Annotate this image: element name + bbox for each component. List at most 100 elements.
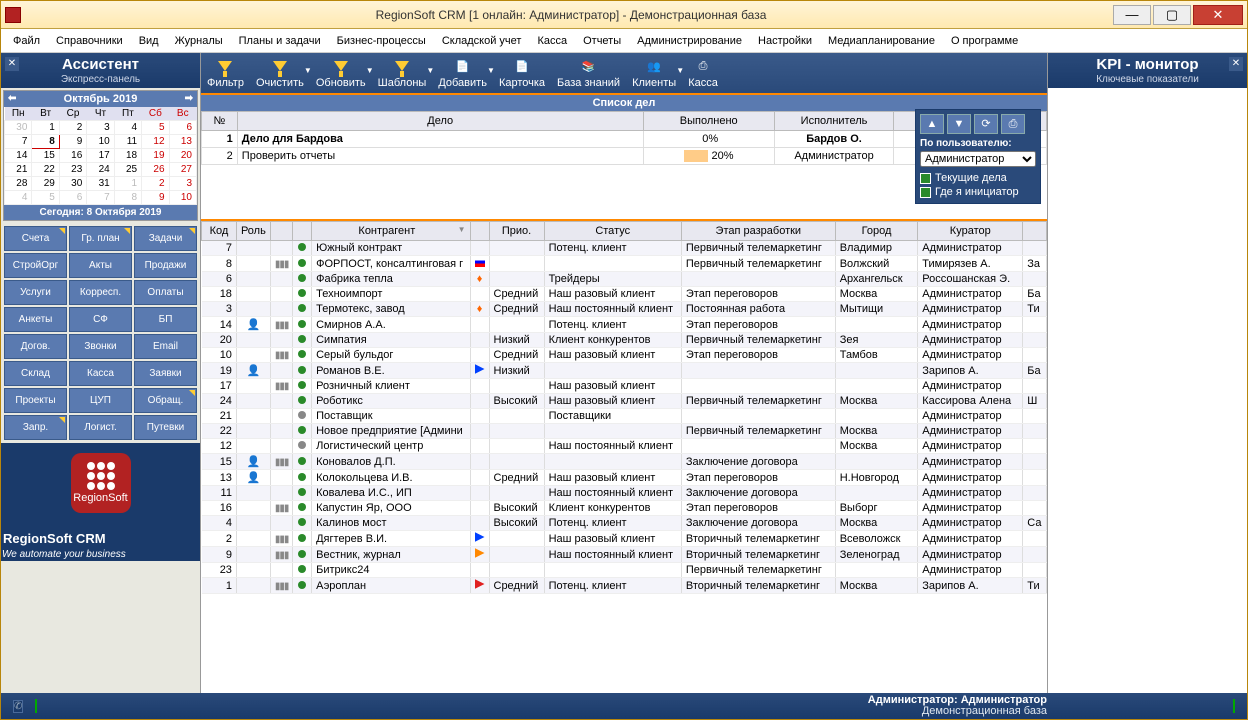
toolbar-Добавить[interactable]: 📄Добавить▼ (438, 57, 487, 89)
grid-row[interactable]: 16▮▮▮Капустин Яр, ОООВысокийКлиент конку… (202, 501, 1047, 516)
cal-day[interactable]: 26 (142, 163, 169, 177)
cal-day[interactable]: 5 (142, 121, 169, 135)
nav-down-icon[interactable]: ▼ (947, 114, 971, 134)
grid-row[interactable]: 15👤▮▮▮Коновалов Д.П.Заключение договораА… (202, 454, 1047, 470)
panel-btn-Проекты[interactable]: Проекты (4, 388, 67, 413)
cal-day[interactable]: 19 (142, 149, 169, 163)
toolbar-Карточка[interactable]: 📄Карточка (499, 57, 545, 89)
toolbar-Фильтр[interactable]: Фильтр (207, 57, 244, 89)
cal-day[interactable]: 2 (142, 177, 169, 191)
maximize-button[interactable]: ▢ (1153, 5, 1191, 25)
panel-btn-Оплаты[interactable]: Оплаты (134, 280, 197, 305)
minimize-button[interactable]: — (1113, 5, 1151, 25)
grid-row[interactable]: 17▮▮▮Розничный клиентНаш разовый клиентА… (202, 379, 1047, 394)
panel-btn-Обращ.[interactable]: Обращ. (134, 388, 197, 413)
cal-day[interactable]: 4 (114, 121, 141, 135)
cal-day[interactable]: 27 (169, 163, 196, 177)
toolbar-Шаблоны[interactable]: Шаблоны▼ (378, 57, 427, 89)
cal-day[interactable]: 12 (142, 135, 169, 149)
menu-Журналы[interactable]: Журналы (169, 33, 229, 49)
refresh-icon[interactable]: ⟳ (974, 114, 998, 134)
checkbox-icon[interactable] (920, 187, 931, 198)
grid-row[interactable]: 9▮▮▮Вестник, журналНаш постоянный клиент… (202, 547, 1047, 563)
checkbox-icon[interactable] (920, 173, 931, 184)
grid-row[interactable]: 3Термотекс, завод♦СреднийНаш постоянный … (202, 302, 1047, 317)
panel-btn-Путевки[interactable]: Путевки (134, 415, 197, 440)
grid-row[interactable]: 8▮▮▮ФОРПОСТ, консалтинговая гПервичный т… (202, 256, 1047, 272)
toolbar-Клиенты[interactable]: 👥Клиенты▼ (632, 57, 676, 89)
grid-row[interactable]: 11Ковалева И.С., ИПНаш постоянный клиент… (202, 486, 1047, 501)
grid-row[interactable]: 22Новое предприятие [АдминиПервичный тел… (202, 424, 1047, 439)
cal-day[interactable]: 22 (32, 163, 59, 177)
grid-row[interactable]: 7Южный контрактПотенц. клиентПервичный т… (202, 241, 1047, 256)
cal-day[interactable]: 28 (5, 177, 32, 191)
panel-btn-Корресп.[interactable]: Корресп. (69, 280, 132, 305)
toolbar-Касса[interactable]: ⎙Касса (688, 57, 718, 89)
panel-btn-Продажи[interactable]: Продажи (134, 253, 197, 278)
toolbar-База знаний[interactable]: 📚База знаний (557, 57, 620, 89)
menu-Складской учет[interactable]: Складской учет (436, 33, 528, 49)
cal-day[interactable]: 1 (114, 177, 141, 191)
panel-btn-Анкеты[interactable]: Анкеты (4, 307, 67, 332)
cal-day[interactable]: 10 (87, 135, 114, 149)
nav-up-icon[interactable]: ▲ (920, 114, 944, 134)
panel-btn-Касса[interactable]: Касса (69, 361, 132, 386)
panel-btn-Счета[interactable]: Счета (4, 226, 67, 251)
grid-row[interactable]: 21ПоставщикПоставщикиАдминистратор (202, 409, 1047, 424)
grid-row[interactable]: 23Битрикс24Первичный телемаркетингАдмини… (202, 563, 1047, 578)
cal-day[interactable]: 15 (32, 149, 59, 163)
menu-Справочники[interactable]: Справочники (50, 33, 129, 49)
menu-Файл[interactable]: Файл (7, 33, 46, 49)
cal-day[interactable]: 14 (5, 149, 32, 163)
panel-btn-Email[interactable]: Email (134, 334, 197, 359)
panel-btn-Догов.[interactable]: Догов. (4, 334, 67, 359)
cal-day[interactable]: 30 (5, 121, 32, 135)
grid-row[interactable]: 19👤Романов В.Е.НизкийЗарипов А.Ба (202, 363, 1047, 379)
cal-day[interactable]: 30 (59, 177, 86, 191)
toolbar-Обновить[interactable]: Обновить▼ (316, 57, 366, 89)
cal-day[interactable]: 9 (59, 135, 86, 149)
cal-day[interactable]: 25 (114, 163, 141, 177)
menu-О программе[interactable]: О программе (945, 33, 1024, 49)
panel-btn-Гр. план[interactable]: Гр. план (69, 226, 132, 251)
menu-Вид[interactable]: Вид (133, 33, 165, 49)
cal-day[interactable]: 29 (32, 177, 59, 191)
cal-day[interactable]: 16 (59, 149, 86, 163)
grid-row[interactable]: 14👤▮▮▮Смирнов А.А.Потенц. клиентЭтап пер… (202, 317, 1047, 333)
print-icon[interactable]: ⎙ (1001, 114, 1025, 134)
cal-day[interactable]: 4 (5, 191, 32, 205)
cal-day[interactable]: 24 (87, 163, 114, 177)
cal-day[interactable]: 8 (32, 135, 59, 149)
cal-day[interactable]: 3 (169, 177, 196, 191)
cal-day[interactable]: 9 (142, 191, 169, 205)
cal-day[interactable]: 5 (32, 191, 59, 205)
filter-user-select[interactable]: Администратор (920, 151, 1036, 167)
grid-row[interactable]: 24РоботиксВысокийНаш разовый клиентПерви… (202, 394, 1047, 409)
panel-btn-СФ[interactable]: СФ (69, 307, 132, 332)
cal-day[interactable]: 18 (114, 149, 141, 163)
cal-day[interactable]: 7 (5, 135, 32, 149)
panel-btn-Запр.[interactable]: Запр. (4, 415, 67, 440)
menu-Планы и задачи[interactable]: Планы и задачи (233, 33, 327, 49)
panel-btn-Склад[interactable]: Склад (4, 361, 67, 386)
grid-row[interactable]: 2▮▮▮Дягтерев В.И.Наш разовый клиентВтори… (202, 531, 1047, 547)
cal-day[interactable]: 8 (114, 191, 141, 205)
kpi-close-icon[interactable]: ✕ (1229, 57, 1243, 71)
cal-day[interactable]: 7 (87, 191, 114, 205)
task-filter-panel[interactable]: ▲ ▼ ⟳ ⎙ По пользователю: Администратор Т… (915, 109, 1041, 204)
cal-next-icon[interactable]: ➡ (185, 93, 193, 104)
clients-grid[interactable]: КодРольКонтрагент▼Прио.СтатусЭтап разраб… (201, 221, 1047, 594)
grid-row[interactable]: 18ТехноимпортСреднийНаш разовый клиентЭт… (202, 287, 1047, 302)
grid-row[interactable]: 4Калинов мостВысокийПотенц. клиентЗаключ… (202, 516, 1047, 531)
toolbar-Очистить[interactable]: Очистить▼ (256, 57, 304, 89)
grid-row[interactable]: 1▮▮▮АэропланСреднийПотенц. клиентВторичн… (202, 578, 1047, 594)
cal-day[interactable]: 10 (169, 191, 196, 205)
panel-btn-Звонки[interactable]: Звонки (69, 334, 132, 359)
panel-btn-Задачи[interactable]: Задачи (134, 226, 197, 251)
cal-day[interactable]: 13 (169, 135, 196, 149)
cal-prev-icon[interactable]: ⬅ (8, 93, 16, 104)
menu-Настройки[interactable]: Настройки (752, 33, 818, 49)
cal-day[interactable]: 6 (169, 121, 196, 135)
assistant-close-icon[interactable]: ✕ (5, 57, 19, 71)
cal-day[interactable]: 31 (87, 177, 114, 191)
